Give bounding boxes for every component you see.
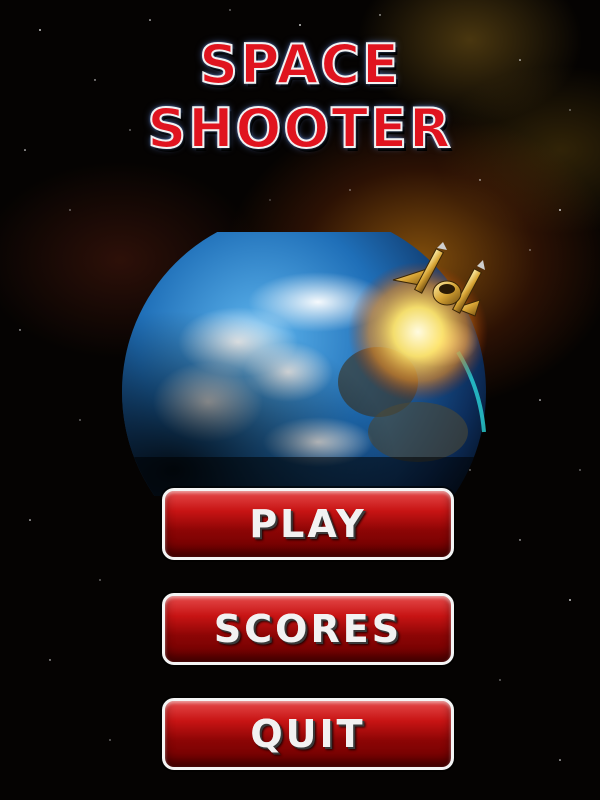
play-button[interactable]: PLAY <box>162 488 454 560</box>
scores-button[interactable]: SCORES <box>162 593 454 665</box>
game-title-line-1: SPACE <box>198 33 401 96</box>
scores-button-label: SCORES <box>213 607 403 651</box>
spaceship-icon <box>392 242 485 317</box>
quit-button[interactable]: QUIT <box>162 698 454 770</box>
play-button-label: PLAY <box>249 502 367 546</box>
quit-button-label: QUIT <box>250 712 366 756</box>
main-menu-screen: SPACE SHOOTER PLAY SCORES QUIT <box>0 0 600 800</box>
game-title-line-2: SHOOTER <box>146 97 453 160</box>
